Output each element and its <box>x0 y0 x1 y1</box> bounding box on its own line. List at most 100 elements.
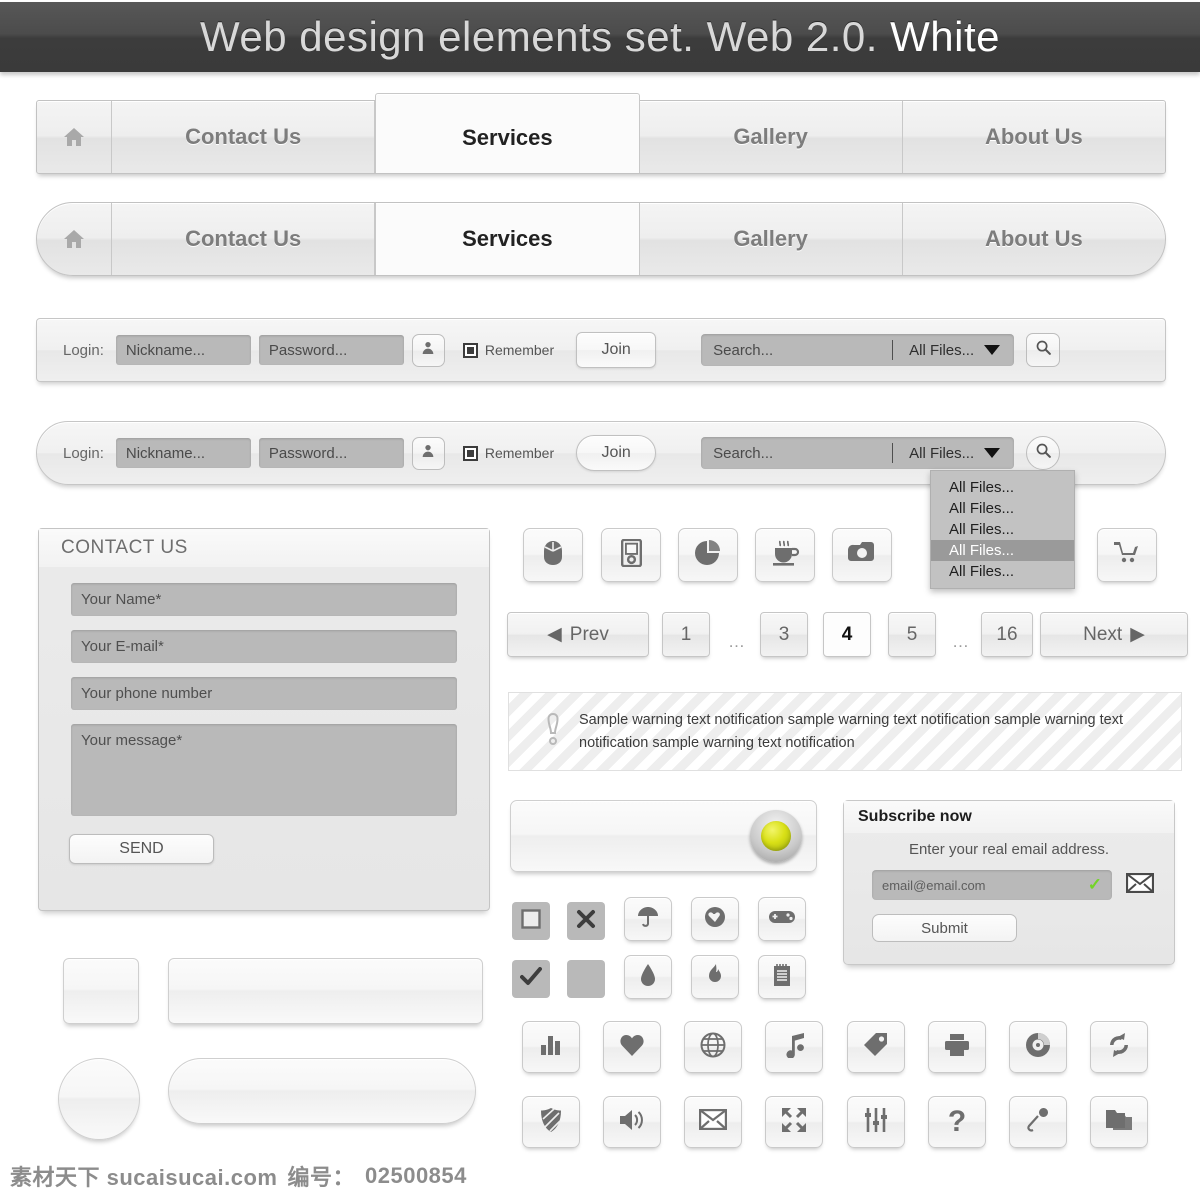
help-question-icon-button[interactable]: ? <box>928 1096 986 1148</box>
globe-icon-button[interactable] <box>684 1021 742 1073</box>
search-input-rounded[interactable]: Search... <box>701 445 892 462</box>
search-button-rounded[interactable] <box>1026 436 1061 470</box>
contact-phone-input[interactable]: Your phone number <box>71 677 457 710</box>
nav-tab-contact-us-rounded[interactable]: Contact Us <box>112 203 376 275</box>
coffee-cup-icon-button[interactable] <box>755 528 815 582</box>
heart-circle-icon-button[interactable] <box>691 897 739 941</box>
search-icon <box>1035 339 1052 361</box>
mouse-icon-button[interactable] <box>523 528 583 582</box>
notepad-icon <box>772 963 792 992</box>
contact-message-textarea[interactable]: Your message* <box>71 724 457 816</box>
blank-square-button[interactable] <box>63 958 139 1024</box>
printer-icon-button[interactable] <box>928 1021 986 1073</box>
pagination-ellipsis-2: … <box>952 632 969 651</box>
pagination-page-1[interactable]: 1 <box>662 612 710 657</box>
file-filter-select-rounded[interactable]: All Files... <box>893 445 984 462</box>
remember-checkbox[interactable] <box>462 342 478 358</box>
blank-pill-button[interactable] <box>168 1058 476 1124</box>
pagination-page-current[interactable]: 4 <box>823 612 871 657</box>
slider-knob[interactable] <box>750 810 802 862</box>
microphone-icon-button[interactable] <box>1009 1096 1067 1148</box>
camera-icon-button[interactable] <box>832 528 892 582</box>
shield-icon-button[interactable] <box>522 1096 580 1148</box>
toggle-slider[interactable] <box>510 800 817 872</box>
tag-icon <box>863 1032 889 1063</box>
dropdown-option[interactable]: All Files... <box>931 498 1074 519</box>
blank-bar-button[interactable] <box>168 958 483 1024</box>
umbrella-icon-button[interactable] <box>624 897 672 941</box>
password-input[interactable]: Password... <box>258 335 404 365</box>
tag-icon-button[interactable] <box>847 1021 905 1073</box>
remember-label: Remember <box>484 342 555 358</box>
printer-icon <box>944 1033 970 1062</box>
send-button[interactable]: SEND <box>69 834 214 864</box>
file-filter-dropdown[interactable]: All Files... All Files... All Files... A… <box>930 470 1075 589</box>
contact-email-input[interactable]: Your E-mail* <box>71 630 457 663</box>
droplet-icon-button[interactable] <box>624 955 672 999</box>
password-input-rounded[interactable]: Password... <box>258 438 404 468</box>
envelope-icon <box>698 1108 728 1135</box>
user-icon <box>420 443 436 464</box>
refresh-icon-button[interactable] <box>1090 1021 1148 1073</box>
music-note-icon-button[interactable] <box>765 1021 823 1073</box>
gamepad-icon-button[interactable] <box>758 897 806 941</box>
cd-disc-icon-button[interactable] <box>1009 1021 1067 1073</box>
check-mark-icon-button[interactable] <box>512 960 550 998</box>
nav-tab-about-us-rounded[interactable]: About Us <box>903 203 1165 275</box>
user-account-button-rounded[interactable] <box>411 436 445 470</box>
chevron-down-icon[interactable] <box>984 448 1001 458</box>
close-x-icon <box>576 907 596 936</box>
contact-name-input[interactable]: Your Name* <box>71 583 457 616</box>
nav-home-button-rounded[interactable] <box>37 203 112 275</box>
search-input[interactable]: Search... <box>701 342 892 359</box>
remember-checkbox-rounded[interactable] <box>462 445 478 461</box>
folder-icon-button[interactable] <box>1090 1096 1148 1148</box>
join-button-rounded[interactable]: Join <box>576 435 657 471</box>
envelope-icon-button[interactable] <box>684 1096 742 1148</box>
nickname-input[interactable]: Nickname... <box>115 335 251 365</box>
chevron-down-icon[interactable] <box>984 345 1001 355</box>
equalizer-icon-button[interactable] <box>847 1096 905 1148</box>
nav-tab-services-rounded[interactable]: Services <box>375 203 640 275</box>
close-x-icon-button[interactable] <box>567 902 605 940</box>
pagination-page-5[interactable]: 5 <box>888 612 936 657</box>
subscribe-email-input[interactable]: email@email.com ✓ <box>872 870 1112 900</box>
notepad-icon-button[interactable] <box>758 955 806 999</box>
file-filter-select[interactable]: All Files... <box>893 342 984 359</box>
dropdown-option[interactable]: All Files... <box>931 561 1074 582</box>
nav-tab-about-us[interactable]: About Us <box>903 101 1165 173</box>
fullscreen-icon-button[interactable] <box>765 1096 823 1148</box>
blank-circle-button[interactable] <box>58 1058 140 1140</box>
nickname-input-rounded[interactable]: Nickname... <box>115 438 251 468</box>
subscribe-submit-button[interactable]: Submit <box>872 914 1017 942</box>
pie-chart-icon-button[interactable] <box>678 528 738 582</box>
mp3-player-icon-button[interactable] <box>601 528 661 582</box>
nav-home-button[interactable] <box>37 101 112 173</box>
dropdown-option[interactable]: All Files... <box>931 519 1074 540</box>
shopping-cart-icon-button[interactable] <box>1097 528 1157 582</box>
speaker-icon-button[interactable] <box>603 1096 661 1148</box>
blank-square-icon-button[interactable] <box>567 960 605 998</box>
heart-icon-button[interactable] <box>603 1021 661 1073</box>
nav-tab-services[interactable]: Services <box>375 93 640 173</box>
nav-tab-gallery-rounded[interactable]: Gallery <box>640 203 903 275</box>
pagination-page-3[interactable]: 3 <box>760 612 808 657</box>
bar-chart-icon-button[interactable] <box>522 1021 580 1073</box>
fire-icon-button[interactable] <box>691 955 739 999</box>
stop-square-icon-button[interactable] <box>512 902 550 940</box>
dropdown-option[interactable]: All Files... <box>931 477 1074 498</box>
pagination-ellipsis-1: … <box>728 632 745 651</box>
pagination-next-button[interactable]: Next ▶ <box>1040 612 1188 657</box>
nav-tab-contact-us[interactable]: Contact Us <box>112 101 376 173</box>
dropdown-option-selected[interactable]: All Files... <box>931 540 1074 561</box>
pagination-prev-button[interactable]: ◀ Prev <box>507 612 649 657</box>
user-account-button[interactable] <box>411 333 445 367</box>
join-button[interactable]: Join <box>576 332 657 368</box>
envelope-icon[interactable] <box>1125 872 1155 898</box>
navbar-rounded: Contact Us Services Gallery About Us <box>36 202 1166 276</box>
pie-chart-icon <box>694 539 722 572</box>
search-button[interactable] <box>1026 333 1061 367</box>
pagination-page-16[interactable]: 16 <box>981 612 1033 657</box>
remember-label: Remember <box>484 445 555 461</box>
nav-tab-gallery[interactable]: Gallery <box>640 101 903 173</box>
